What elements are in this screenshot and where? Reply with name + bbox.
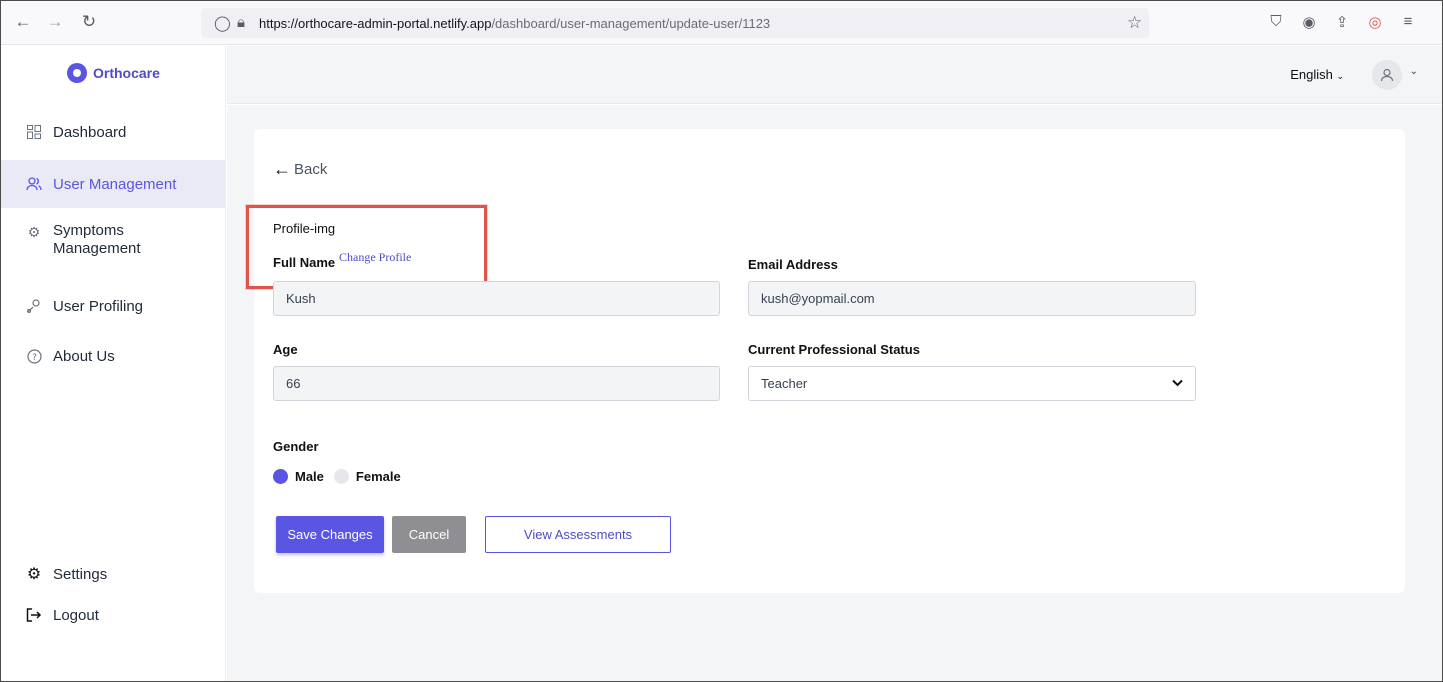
help-icon: ? bbox=[26, 348, 42, 364]
email-label: Email Address bbox=[748, 257, 838, 272]
gender-option-female[interactable]: Female bbox=[356, 469, 401, 484]
sidebar-item-label: User Management bbox=[53, 175, 177, 193]
shield-icon[interactable]: ◯ bbox=[214, 14, 231, 32]
sidebar-item-label: Symptoms Management bbox=[53, 222, 141, 257]
pocket-icon[interactable]: ⛉ bbox=[1266, 13, 1286, 30]
chevron-down-icon: ⌄ bbox=[1336, 71, 1344, 81]
logo-text: Orthocare bbox=[93, 65, 160, 81]
language-selector[interactable]: English ⌄ bbox=[1290, 67, 1344, 82]
reload-icon[interactable]: ↻ bbox=[79, 11, 99, 33]
age-label: Age bbox=[273, 342, 298, 357]
dashboard-icon bbox=[26, 124, 42, 140]
chevron-down-icon[interactable]: ⌄ bbox=[1410, 66, 1418, 77]
sidebar-item-symptoms-management[interactable]: ⚙ Symptoms Management bbox=[1, 222, 225, 266]
sidebar-item-dashboard[interactable]: Dashboard bbox=[1, 108, 225, 156]
cancel-button[interactable]: Cancel bbox=[392, 516, 466, 553]
back-arrow-icon: ← bbox=[273, 159, 291, 179]
annotation-highlight-box bbox=[246, 205, 487, 289]
profiling-icon bbox=[26, 298, 42, 314]
sidebar-item-user-profiling[interactable]: User Profiling bbox=[1, 282, 225, 330]
sidebar-item-about-us[interactable]: ? About Us bbox=[1, 332, 225, 380]
account-icon[interactable]: ◉ bbox=[1299, 13, 1319, 31]
gender-radio-female[interactable] bbox=[333, 469, 349, 484]
save-changes-button[interactable]: Save Changes bbox=[276, 516, 384, 553]
status-value: Teacher bbox=[761, 376, 808, 391]
svg-text:?: ? bbox=[32, 353, 37, 363]
url-text: https://orthocare-admin-portal.netlify.a… bbox=[259, 16, 771, 31]
full-name-field[interactable]: Kush bbox=[273, 281, 720, 316]
gear-icon: ⚙ bbox=[27, 223, 41, 240]
view-assessments-button[interactable]: View Assessments bbox=[485, 516, 671, 553]
sidebar-item-logout[interactable]: Logout bbox=[1, 591, 225, 639]
settings-icon: ⚙ bbox=[26, 566, 42, 583]
lock-icon[interactable]: 🔒︎ bbox=[237, 14, 245, 31]
avatar[interactable] bbox=[1372, 60, 1402, 90]
app-header: English ⌄ ⌄ bbox=[227, 46, 1442, 104]
logo[interactable]: Orthocare bbox=[67, 63, 160, 83]
back-link[interactable]: ← Back bbox=[273, 159, 327, 180]
sidebar-item-label: User Profiling bbox=[53, 297, 144, 315]
sidebar-item-label: Dashboard bbox=[53, 123, 127, 141]
users-icon bbox=[26, 176, 42, 192]
orthocare-logo-icon bbox=[67, 63, 87, 83]
sidebar-item-user-management[interactable]: User Management bbox=[1, 160, 225, 208]
gender-option-male[interactable]: Male bbox=[295, 469, 324, 484]
sidebar: Orthocare Dashboard User Management ⚙ Sy… bbox=[1, 46, 226, 681]
extensions-icon[interactable]: ⇪ bbox=[1332, 13, 1352, 31]
email-field[interactable]: kush@yopmail.com bbox=[748, 281, 1196, 316]
sidebar-item-label: About Us bbox=[53, 347, 115, 365]
chevron-down-icon bbox=[1172, 367, 1183, 400]
status-label: Current Professional Status bbox=[748, 342, 920, 357]
sidebar-item-label: Logout bbox=[53, 606, 99, 624]
sidebar-item-label: Settings bbox=[53, 565, 108, 583]
menu-icon[interactable]: ≡ bbox=[1398, 13, 1418, 30]
browser-toolbar: ← → ↻ ◯ 🔒︎ https://orthocare-admin-porta… bbox=[1, 1, 1442, 45]
back-arrow-icon[interactable]: ← bbox=[13, 11, 33, 33]
gender-radio-male[interactable] bbox=[273, 469, 288, 484]
bookmark-star-icon[interactable]: ☆ bbox=[1127, 13, 1142, 33]
forward-arrow-icon[interactable]: → bbox=[45, 11, 65, 33]
status-select[interactable]: Teacher bbox=[748, 366, 1196, 401]
screenshot-icon[interactable]: ◎ bbox=[1365, 13, 1385, 31]
gender-radio-group: Male Female bbox=[273, 469, 401, 484]
gender-label: Gender bbox=[273, 439, 319, 454]
app-window: ← → ↻ ◯ 🔒︎ https://orthocare-admin-porta… bbox=[0, 0, 1443, 682]
logout-icon bbox=[26, 607, 42, 623]
address-bar[interactable]: ◯ 🔒︎ https://orthocare-admin-portal.netl… bbox=[201, 8, 1149, 38]
age-field[interactable]: 66 bbox=[273, 366, 720, 401]
